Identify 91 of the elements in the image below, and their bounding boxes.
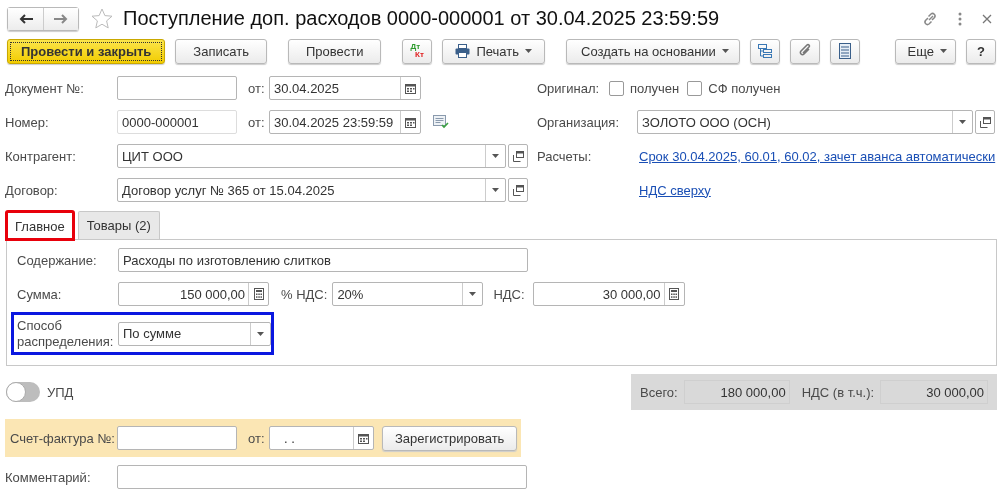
more-button[interactable]: Еще — [894, 38, 956, 64]
input-field[interactable]: 30.04.2025 23:59:59 — [269, 110, 421, 134]
window-title: Поступление доп. расходов 0000-000001 от 30.04.2025 23:59:59 — [123, 7, 720, 30]
field-label: Содержание: — [17, 252, 98, 268]
field-label: Контрагент: — [5, 148, 77, 164]
more-icon[interactable] — [958, 11, 962, 26]
memo-check-icon[interactable] — [433, 115, 449, 129]
printer-icon — [455, 44, 471, 58]
calculator-icon — [669, 288, 680, 300]
toolbar-button[interactable]: Записать — [175, 38, 267, 64]
attach-button[interactable] — [789, 38, 820, 64]
toolbar-button[interactable]: Провести — [287, 38, 382, 64]
field-label: СФ получен — [708, 80, 781, 96]
field-label: % НДС: — [281, 286, 328, 302]
open-window-icon — [512, 184, 524, 196]
print-button[interactable]: Печать — [442, 38, 545, 64]
field-label: от: — [247, 430, 266, 446]
post-and-close-button[interactable]: Провести и закрыть — [7, 38, 166, 64]
field-label: Сумма: — [17, 286, 63, 302]
open-button[interactable] — [508, 178, 528, 202]
field-label: Комментарий: — [5, 469, 92, 485]
caret-icon — [469, 292, 477, 296]
caret-icon — [959, 120, 966, 124]
structure-icon — [756, 43, 773, 59]
input-field[interactable]: ЗОЛОТО ООО (ОСН) — [637, 110, 973, 134]
field-label: Расчеты: — [537, 148, 593, 164]
help-button[interactable]: ? — [966, 38, 996, 64]
star-icon[interactable] — [91, 8, 113, 29]
field-label: Всего: — [640, 384, 678, 400]
caret-icon — [492, 154, 499, 158]
field-label: Номер: — [5, 114, 50, 130]
calendar-icon — [358, 432, 369, 444]
input-field[interactable]: Договор услуг № 365 от 15.04.2025 — [117, 178, 506, 202]
input-field[interactable] — [117, 76, 237, 100]
link-icon[interactable] — [922, 10, 938, 27]
input-field[interactable]: 30.04.2025 — [269, 76, 421, 100]
calculator-icon — [253, 288, 264, 300]
input-field[interactable]: ЦИТ ООО — [117, 144, 506, 168]
caret-icon — [257, 331, 264, 336]
tab[interactable]: Главное — [6, 211, 74, 240]
total-value: 180 000,00 — [683, 380, 790, 404]
debit-credit-button[interactable]: Дт Кт — [402, 38, 433, 64]
checkbox[interactable] — [687, 80, 703, 96]
calendar-icon — [405, 116, 416, 128]
close-icon[interactable] — [982, 13, 992, 24]
forward-arrow-icon — [54, 13, 68, 24]
input-field[interactable]: По сумме — [118, 321, 271, 346]
open-button[interactable] — [975, 110, 995, 134]
create-based-on-button[interactable]: Создать на основании — [566, 38, 740, 64]
caret-icon — [492, 188, 499, 192]
input-field[interactable]: 0000-000001 — [117, 110, 237, 134]
field-label: получен — [630, 80, 680, 96]
input-field[interactable] — [117, 426, 237, 450]
register-button[interactable]: Зарегистрировать — [382, 425, 518, 451]
navigation-button-group[interactable] — [7, 6, 79, 31]
open-window-icon — [979, 116, 991, 128]
field-label: от: — [247, 80, 266, 96]
caret-icon — [721, 49, 729, 53]
list-button[interactable] — [829, 38, 860, 64]
open-window-icon — [512, 150, 524, 162]
checkbox[interactable] — [609, 80, 624, 96]
input-field[interactable] — [117, 465, 527, 489]
back-arrow-icon — [18, 13, 33, 24]
toggle-switch[interactable] — [6, 382, 40, 402]
list-icon — [838, 43, 851, 59]
field-label: УПД — [47, 384, 74, 400]
calendar-icon — [405, 82, 416, 94]
total-value: 30 000,00 — [880, 380, 988, 404]
input-field[interactable]: . . — [269, 426, 374, 450]
field-label: Счет-фактура №: — [10, 430, 116, 446]
field-label: Способ распределения: — [17, 317, 115, 350]
tab[interactable]: Товары (2) — [77, 211, 160, 239]
field-label: от: — [247, 114, 266, 130]
caret-icon — [940, 49, 947, 53]
input-field[interactable]: Расходы по изготовлению слитков — [118, 248, 528, 272]
field-label: НДС (в т.ч.): — [801, 384, 875, 400]
settlements-link[interactable]: Срок 30.04.2025, 60.01, 60.02, зачет аванса автоматически — [639, 148, 996, 164]
input-field[interactable]: 30 000,00 — [532, 282, 685, 306]
field-label: Организация: — [537, 114, 621, 130]
structure-button[interactable] — [749, 38, 780, 64]
input-field[interactable]: 150 000,00 — [118, 282, 269, 306]
paperclip-icon — [797, 43, 812, 59]
open-button[interactable] — [508, 144, 528, 168]
field-label: Оригинал: — [537, 80, 601, 96]
input-field[interactable]: 20% — [332, 282, 484, 306]
field-label: Договор: — [5, 182, 59, 198]
field-label: Документ №: — [5, 80, 85, 96]
field-label: НДС: — [493, 286, 525, 302]
vat-link[interactable]: НДС сверху — [639, 182, 711, 198]
back-button[interactable] — [8, 7, 43, 30]
caret-icon — [525, 49, 532, 53]
